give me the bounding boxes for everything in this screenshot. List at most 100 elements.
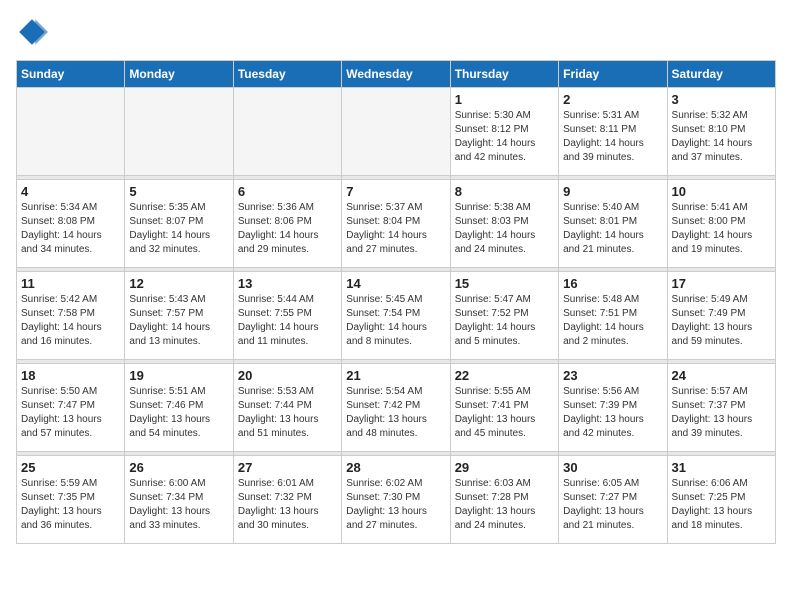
day-info: Sunrise: 5:43 AMSunset: 7:57 PMDaylight:… [129,293,228,349]
calendar-day: 18 Sunrise: 5:50 AMSunset: 7:47 PMDayligh… [17,364,125,452]
day-info: Sunrise: 5:54 AMSunset: 7:42 PMDaylight:… [346,385,445,441]
day-header-monday: Monday [125,61,233,88]
calendar-day: 8 Sunrise: 5:38 AMSunset: 8:03 PMDaylight… [450,180,558,268]
calendar-week-3: 11Sunrise: 5:42 AMSunset: 7:58 PMDayligh… [17,272,776,360]
calendar-day: 27 Sunrise: 6:01 AMSunset: 7:32 PMDayligh… [233,456,341,544]
day-info: Sunrise: 5:50 AMSunset: 7:47 PMDaylight:… [21,385,120,441]
day-info: Sunrise: 5:40 AMSunset: 8:01 PMDaylight:… [563,201,662,257]
day-number: 23 [563,368,662,383]
day-info: Sunrise: 5:51 AMSunset: 7:46 PMDaylight:… [129,385,228,441]
day-number: 21 [346,368,445,383]
day-number: 28 [346,460,445,475]
calendar-day: 10Sunrise: 5:41 AMSunset: 8:00 PMDayligh… [667,180,775,268]
day-info: Sunrise: 5:36 AMSunset: 8:06 PMDaylight:… [238,201,337,257]
day-number: 19 [129,368,228,383]
day-info: Sunrise: 5:35 AMSunset: 8:07 PMDaylight:… [129,201,228,257]
calendar-day: 11Sunrise: 5:42 AMSunset: 7:58 PMDayligh… [17,272,125,360]
day-info: Sunrise: 5:37 AMSunset: 8:04 PMDaylight:… [346,201,445,257]
day-info: Sunrise: 5:49 AMSunset: 7:49 PMDaylight:… [672,293,771,349]
day-number: 18 [21,368,120,383]
day-number: 2 [563,92,662,107]
calendar-week-1: 1 Sunrise: 5:30 AMSunset: 8:12 PMDaylight… [17,88,776,176]
day-header-thursday: Thursday [450,61,558,88]
calendar-day: 22Sunrise: 5:55 AMSunset: 7:41 PMDayligh… [450,364,558,452]
calendar-day: 24Sunrise: 5:57 AMSunset: 7:37 PMDayligh… [667,364,775,452]
day-number: 13 [238,276,337,291]
calendar-day [342,88,450,176]
day-info: Sunrise: 6:01 AMSunset: 7:32 PMDaylight:… [238,477,337,533]
calendar-day: 9 Sunrise: 5:40 AMSunset: 8:01 PMDaylight… [559,180,667,268]
day-info: Sunrise: 5:34 AMSunset: 8:08 PMDaylight:… [21,201,120,257]
calendar-week-4: 18 Sunrise: 5:50 AMSunset: 7:47 PMDayligh… [17,364,776,452]
calendar-table: SundayMondayTuesdayWednesdayThursdayFrid… [16,60,776,544]
logo [16,16,54,48]
calendar-day: 13 Sunrise: 5:44 AMSunset: 7:55 PMDayligh… [233,272,341,360]
day-number: 12 [129,276,228,291]
day-info: Sunrise: 5:56 AMSunset: 7:39 PMDaylight:… [563,385,662,441]
day-number: 30 [563,460,662,475]
day-info: Sunrise: 6:06 AMSunset: 7:25 PMDaylight:… [672,477,771,533]
day-number: 26 [129,460,228,475]
calendar-header-row: SundayMondayTuesdayWednesdayThursdayFrid… [17,61,776,88]
day-info: Sunrise: 5:47 AMSunset: 7:52 PMDaylight:… [455,293,554,349]
day-info: Sunrise: 6:02 AMSunset: 7:30 PMDaylight:… [346,477,445,533]
day-number: 1 [455,92,554,107]
calendar-week-5: 25Sunrise: 5:59 AMSunset: 7:35 PMDayligh… [17,456,776,544]
day-number: 20 [238,368,337,383]
calendar-day: 19 Sunrise: 5:51 AMSunset: 7:46 PMDayligh… [125,364,233,452]
day-info: Sunrise: 5:55 AMSunset: 7:41 PMDaylight:… [455,385,554,441]
day-header-wednesday: Wednesday [342,61,450,88]
calendar-day: 28 Sunrise: 6:02 AMSunset: 7:30 PMDayligh… [342,456,450,544]
day-info: Sunrise: 5:38 AMSunset: 8:03 PMDaylight:… [455,201,554,257]
calendar-day: 26 Sunrise: 6:00 AMSunset: 7:34 PMDayligh… [125,456,233,544]
day-number: 14 [346,276,445,291]
day-number: 29 [455,460,554,475]
calendar-day: 3 Sunrise: 5:32 AMSunset: 8:10 PMDaylight… [667,88,775,176]
day-info: Sunrise: 5:53 AMSunset: 7:44 PMDaylight:… [238,385,337,441]
header [16,16,776,48]
day-number: 8 [455,184,554,199]
day-number: 5 [129,184,228,199]
day-info: Sunrise: 5:31 AMSunset: 8:11 PMDaylight:… [563,109,662,165]
calendar-day: 17Sunrise: 5:49 AMSunset: 7:49 PMDayligh… [667,272,775,360]
calendar-day: 16 Sunrise: 5:48 AMSunset: 7:51 PMDayligh… [559,272,667,360]
day-info: Sunrise: 6:00 AMSunset: 7:34 PMDaylight:… [129,477,228,533]
calendar-day: 5 Sunrise: 5:35 AMSunset: 8:07 PMDaylight… [125,180,233,268]
day-number: 10 [672,184,771,199]
day-number: 9 [563,184,662,199]
day-info: Sunrise: 5:32 AMSunset: 8:10 PMDaylight:… [672,109,771,165]
calendar-day: 21 Sunrise: 5:54 AMSunset: 7:42 PMDayligh… [342,364,450,452]
day-info: Sunrise: 6:05 AMSunset: 7:27 PMDaylight:… [563,477,662,533]
calendar-day [17,88,125,176]
day-info: Sunrise: 5:48 AMSunset: 7:51 PMDaylight:… [563,293,662,349]
calendar-day: 4Sunrise: 5:34 AMSunset: 8:08 PMDaylight… [17,180,125,268]
day-info: Sunrise: 5:30 AMSunset: 8:12 PMDaylight:… [455,109,554,165]
day-info: Sunrise: 5:42 AMSunset: 7:58 PMDaylight:… [21,293,120,349]
calendar-day: 6 Sunrise: 5:36 AMSunset: 8:06 PMDaylight… [233,180,341,268]
day-number: 7 [346,184,445,199]
calendar-day: 29 Sunrise: 6:03 AMSunset: 7:28 PMDayligh… [450,456,558,544]
logo-icon [16,16,48,48]
calendar-day: 15 Sunrise: 5:47 AMSunset: 7:52 PMDayligh… [450,272,558,360]
calendar-day: 20 Sunrise: 5:53 AMSunset: 7:44 PMDayligh… [233,364,341,452]
day-info: Sunrise: 5:45 AMSunset: 7:54 PMDaylight:… [346,293,445,349]
calendar-day [125,88,233,176]
day-header-friday: Friday [559,61,667,88]
day-number: 24 [672,368,771,383]
day-number: 27 [238,460,337,475]
day-info: Sunrise: 5:44 AMSunset: 7:55 PMDaylight:… [238,293,337,349]
day-info: Sunrise: 5:59 AMSunset: 7:35 PMDaylight:… [21,477,120,533]
day-number: 16 [563,276,662,291]
day-header-saturday: Saturday [667,61,775,88]
calendar-day: 12 Sunrise: 5:43 AMSunset: 7:57 PMDayligh… [125,272,233,360]
day-number: 3 [672,92,771,107]
day-number: 31 [672,460,771,475]
calendar-week-2: 4Sunrise: 5:34 AMSunset: 8:08 PMDaylight… [17,180,776,268]
calendar-day [233,88,341,176]
calendar-day: 25Sunrise: 5:59 AMSunset: 7:35 PMDayligh… [17,456,125,544]
calendar-day: 23 Sunrise: 5:56 AMSunset: 7:39 PMDayligh… [559,364,667,452]
day-number: 6 [238,184,337,199]
calendar-day: 2 Sunrise: 5:31 AMSunset: 8:11 PMDaylight… [559,88,667,176]
day-info: Sunrise: 6:03 AMSunset: 7:28 PMDaylight:… [455,477,554,533]
day-number: 15 [455,276,554,291]
